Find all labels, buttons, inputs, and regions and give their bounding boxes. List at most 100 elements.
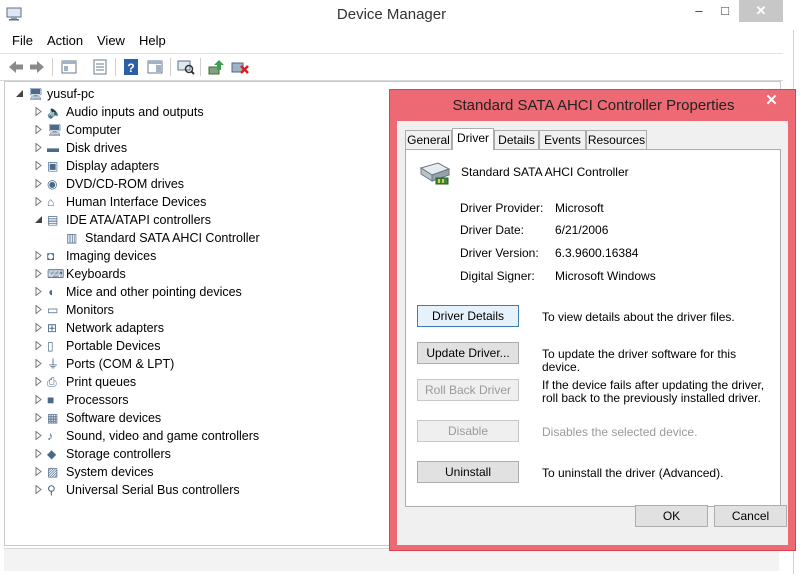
expand-arrow-icon[interactable]	[34, 431, 43, 440]
cancel-button[interactable]: Cancel	[714, 505, 787, 527]
tree-item-label: Monitors	[66, 303, 114, 317]
uninstall-description: To uninstall the driver (Advanced).	[542, 466, 724, 480]
expand-arrow-icon[interactable]	[34, 467, 43, 476]
disable-description: Disables the selected device.	[542, 425, 698, 439]
tree-item-label: Processors	[66, 393, 129, 407]
expand-arrow-icon[interactable]	[34, 125, 43, 134]
back-icon[interactable]	[7, 58, 25, 76]
display-adapter-icon: ▣	[47, 159, 59, 173]
tree-item-label: Disk drives	[66, 141, 128, 155]
storage-icon: ◆	[47, 447, 57, 461]
dialog-close-button[interactable]: ✕	[755, 91, 788, 111]
tree-item-label: System devices	[66, 465, 154, 479]
update-driver-icon[interactable]	[207, 58, 225, 76]
properties-icon[interactable]	[91, 58, 109, 76]
tab-resources[interactable]: Resources	[586, 130, 647, 149]
camera-icon: ◘	[47, 249, 55, 263]
expand-arrow-icon[interactable]	[34, 287, 43, 296]
show-hide-tree-icon[interactable]	[60, 58, 78, 76]
tree-item-label: Audio inputs and outputs	[66, 105, 204, 119]
menu-file[interactable]: File	[12, 33, 33, 48]
ok-button[interactable]: OK	[635, 505, 708, 527]
digital-signer-value: Microsoft Windows	[555, 269, 656, 283]
tree-item-label: Universal Serial Bus controllers	[66, 483, 240, 497]
disable-uninstall-icon[interactable]	[231, 58, 249, 76]
tree-item-label: Display adapters	[66, 159, 160, 173]
expand-arrow-icon[interactable]	[34, 377, 43, 386]
expand-arrow-icon[interactable]	[34, 179, 43, 188]
expand-arrow-icon[interactable]	[34, 305, 43, 314]
expand-arrow-icon[interactable]	[34, 143, 43, 152]
controller-device-icon: ▥	[66, 231, 78, 245]
system-device-icon: ▨	[47, 465, 59, 479]
uninstall-button[interactable]: Uninstall	[417, 461, 519, 483]
ide-controller-icon: ▤	[47, 213, 59, 227]
driver-provider-value: Microsoft	[555, 201, 604, 215]
collapse-arrow-icon[interactable]	[34, 215, 43, 224]
menu-action[interactable]: Action	[47, 33, 83, 48]
expand-arrow-icon[interactable]	[34, 323, 43, 332]
software-device-icon: ▦	[47, 411, 59, 425]
title-bar[interactable]: Device Manager – □ ✕	[0, 0, 783, 30]
mouse-icon: ◖	[47, 285, 55, 299]
tree-item-label: Storage controllers	[66, 447, 171, 461]
expand-arrow-icon[interactable]	[34, 269, 43, 278]
properties-dialog: Standard SATA AHCI Controller Properties…	[389, 89, 796, 551]
roll-back-driver-description: If the device fails after updating the d…	[542, 378, 765, 405]
forward-icon[interactable]	[28, 58, 46, 76]
disk-drive-icon: ▬	[47, 141, 59, 155]
computer-icon: 🖥	[28, 87, 44, 101]
toolbar-separator	[170, 58, 171, 76]
menu-help[interactable]: Help	[139, 33, 166, 48]
roll-back-driver-button[interactable]: Roll Back Driver	[417, 379, 519, 401]
driver-date-label: Driver Date:	[460, 223, 525, 237]
expand-arrow-icon[interactable]	[34, 359, 43, 368]
computer-icon: 🖥	[47, 123, 63, 137]
speaker-icon: 🔈	[47, 105, 62, 119]
toolbar-separator	[52, 58, 53, 76]
expand-arrow-icon[interactable]	[34, 413, 43, 422]
driver-tab-panel: Standard SATA AHCI Controller Driver Pro…	[405, 149, 781, 507]
digital-signer-label: Digital Signer:	[460, 269, 535, 283]
tab-driver[interactable]: Driver	[452, 128, 494, 150]
help-icon[interactable]: ?	[122, 58, 140, 76]
expand-arrow-icon[interactable]	[34, 161, 43, 170]
expand-arrow-icon[interactable]	[34, 449, 43, 458]
expand-arrow-icon[interactable]	[34, 251, 43, 260]
tree-item-label: Software devices	[66, 411, 162, 425]
tab-events[interactable]: Events	[539, 130, 586, 149]
expand-arrow-icon[interactable]	[34, 107, 43, 116]
action-pane-icon[interactable]	[146, 58, 164, 76]
minimize-button[interactable]: –	[688, 0, 710, 22]
disable-button[interactable]: Disable	[417, 420, 519, 442]
toolbar-separator	[200, 58, 201, 76]
update-driver-button[interactable]: Update Driver...	[417, 342, 519, 364]
status-bar	[4, 548, 779, 571]
tree-item-label: Keyboards	[66, 267, 126, 281]
tree-item-label: Computer	[66, 123, 121, 137]
controller-device-icon	[419, 162, 451, 185]
tab-general[interactable]: General	[405, 130, 452, 149]
window-title: Device Manager	[336, 6, 447, 23]
close-button[interactable]: ✕	[739, 0, 783, 22]
portable-device-icon: ▯	[47, 339, 54, 353]
menu-view[interactable]: View	[97, 33, 125, 48]
tab-details[interactable]: Details	[494, 130, 539, 149]
dialog-body: General Driver Details Events Resources …	[397, 121, 788, 545]
tree-item-label: Print queues	[66, 375, 137, 389]
tree-item-label: Standard SATA AHCI Controller	[85, 231, 260, 245]
expand-arrow-icon[interactable]	[34, 395, 43, 404]
scan-hardware-icon[interactable]	[177, 58, 195, 76]
driver-date-value: 6/21/2006	[555, 223, 609, 237]
maximize-button[interactable]: □	[714, 0, 736, 22]
expand-arrow-icon[interactable]	[34, 485, 43, 494]
expand-arrow-icon[interactable]	[34, 197, 43, 206]
expand-arrow-icon[interactable]	[34, 341, 43, 350]
printer-icon: ⎙	[47, 375, 57, 389]
driver-version-value: 6.3.9600.16384	[555, 246, 639, 260]
tree-item-label: Human Interface Devices	[66, 195, 207, 209]
collapse-arrow-icon[interactable]	[15, 89, 24, 98]
driver-details-button[interactable]: Driver Details	[417, 305, 519, 327]
svg-text:?: ?	[127, 61, 134, 75]
processor-icon: ■	[47, 393, 55, 407]
